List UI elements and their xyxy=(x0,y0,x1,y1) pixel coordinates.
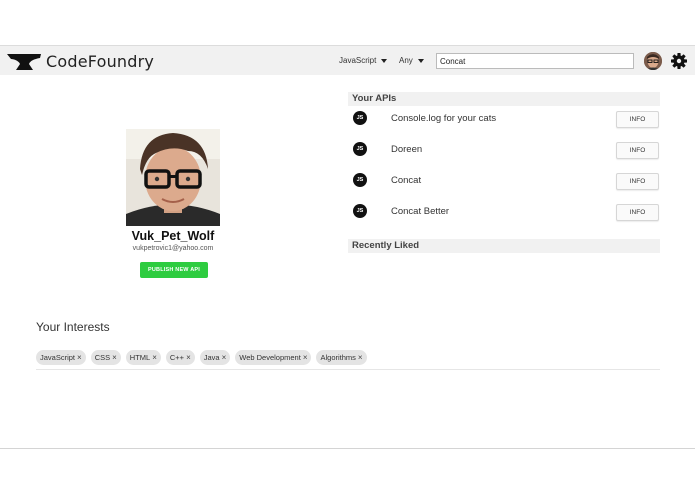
filter-select[interactable]: Any xyxy=(399,56,424,65)
api-list-item[interactable]: JS Concat Better INFO xyxy=(351,202,660,222)
interest-tag[interactable]: HTML × xyxy=(125,350,161,365)
remove-tag-icon[interactable]: × xyxy=(77,353,82,362)
info-button[interactable]: INFO xyxy=(616,173,659,190)
interest-tag[interactable]: C++ × xyxy=(165,350,195,365)
info-button[interactable]: INFO xyxy=(616,111,659,128)
remove-tag-icon[interactable]: × xyxy=(303,353,308,362)
api-list-item[interactable]: JS Console.log for your cats INFO xyxy=(351,109,660,129)
search-input[interactable] xyxy=(436,53,634,69)
interest-tag[interactable]: Algorithms × xyxy=(316,350,367,365)
interest-tag-label: HTML xyxy=(129,353,151,362)
interest-tag[interactable]: CSS × xyxy=(90,350,121,365)
info-button[interactable]: INFO xyxy=(616,142,659,159)
api-name[interactable]: Doreen xyxy=(391,144,422,155)
publish-new-api-button[interactable]: PUBLISH NEW API xyxy=(140,262,208,278)
language-select[interactable]: JavaScript xyxy=(339,56,388,65)
js-badge-icon: JS xyxy=(353,173,367,187)
js-badge-icon: JS xyxy=(353,142,367,156)
interest-tags: JavaScript × CSS × HTML × C++ × Java × Web De… xyxy=(36,350,367,365)
remove-tag-icon[interactable]: × xyxy=(112,353,117,362)
interest-tag-label: Java xyxy=(203,353,220,362)
interests-divider xyxy=(36,369,660,370)
remove-tag-icon[interactable]: × xyxy=(358,353,363,362)
api-name[interactable]: Console.log for your cats xyxy=(391,113,496,124)
interest-tag[interactable]: JavaScript × xyxy=(36,350,86,365)
anvil-logo-icon[interactable] xyxy=(7,53,41,71)
filter-select-value: Any xyxy=(399,56,413,65)
interest-tag-label: Algorithms xyxy=(320,353,356,362)
gear-icon[interactable] xyxy=(670,52,688,70)
remove-tag-icon[interactable]: × xyxy=(152,353,157,362)
interest-tag-label: Web Development xyxy=(239,353,301,362)
interest-tag-label: C++ xyxy=(169,353,185,362)
api-name[interactable]: Concat xyxy=(391,175,421,186)
remove-tag-icon[interactable]: × xyxy=(222,353,227,362)
js-badge-icon: JS xyxy=(353,111,367,125)
recently-liked-heading: Recently Liked xyxy=(348,239,660,253)
profile-email: vukpetrovic1@yahoo.com xyxy=(132,245,214,252)
profile-photo-image xyxy=(126,129,220,226)
api-list-item[interactable]: JS Concat INFO xyxy=(351,171,660,191)
api-name[interactable]: Concat Better xyxy=(391,206,449,217)
app-brand-name[interactable]: CodeFoundry xyxy=(46,52,154,71)
js-badge-icon: JS xyxy=(353,204,367,218)
interests-heading: Your Interests xyxy=(36,320,110,334)
info-button[interactable]: INFO xyxy=(616,204,659,221)
interest-tag-label: CSS xyxy=(94,353,111,362)
interest-tag[interactable]: Web Development × xyxy=(235,350,312,365)
your-apis-heading: Your APIs xyxy=(348,92,660,106)
api-list-item[interactable]: JS Doreen INFO xyxy=(351,140,660,160)
avatar-image xyxy=(644,52,662,70)
user-avatar[interactable] xyxy=(644,52,662,70)
interest-tag[interactable]: Java × xyxy=(199,350,231,365)
footer-divider xyxy=(0,448,695,449)
profile-photo xyxy=(126,129,220,226)
language-select-value: JavaScript xyxy=(339,56,377,65)
top-navigation-bar: CodeFoundry JavaScript Any xyxy=(0,45,695,75)
caret-down-icon xyxy=(381,58,388,63)
caret-down-icon xyxy=(417,58,424,63)
interest-tag-label: JavaScript xyxy=(40,353,76,362)
profile-username: Vuk_Pet_Wolf xyxy=(131,229,215,243)
remove-tag-icon[interactable]: × xyxy=(186,353,191,362)
